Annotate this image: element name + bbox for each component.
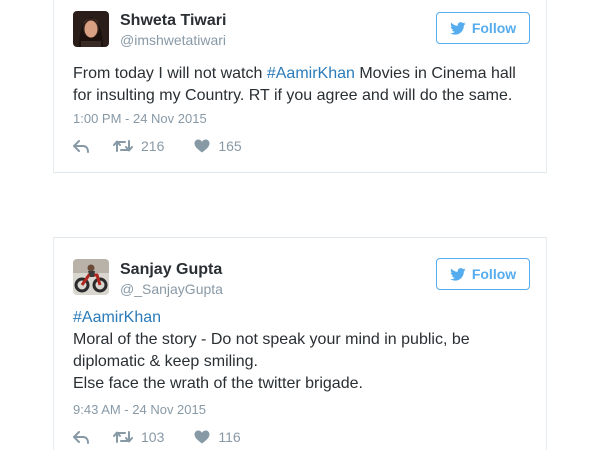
hashtag-link[interactable]: #AamirKhan xyxy=(267,65,355,82)
retweet-button[interactable]: 103 xyxy=(113,429,164,445)
timestamp[interactable]: 9:43 AM - 24 Nov 2015 xyxy=(73,402,206,417)
avatar[interactable] xyxy=(73,259,109,295)
retweet-count: 103 xyxy=(141,429,165,445)
follow-label: Follow xyxy=(471,20,517,36)
display-name[interactable]: Sanjay Gupta xyxy=(120,261,222,279)
tweet-card: Sanjay Gupta @_SanjayGupta Follow #Aamir… xyxy=(53,237,547,450)
bird-icon xyxy=(449,21,466,35)
like-count: 116 xyxy=(218,429,241,445)
follow-label: Follow xyxy=(471,266,517,282)
reply-button[interactable] xyxy=(73,430,93,444)
tweet-text: From today I will not watch #AamirKhan M… xyxy=(73,63,533,107)
retweet-count: 216 xyxy=(141,138,165,154)
tweet-text: #AamirKhan Moral of the story - Do not s… xyxy=(73,307,533,395)
like-count: 165 xyxy=(218,138,242,154)
timestamp[interactable]: 1:00 PM - 24 Nov 2015 xyxy=(73,111,207,126)
user-handle[interactable]: @_SanjayGupta xyxy=(120,281,223,297)
user-handle[interactable]: @imshwetatiwari xyxy=(120,32,226,48)
like-button[interactable]: 165 xyxy=(194,138,242,154)
reply-icon xyxy=(73,139,89,153)
retweet-icon xyxy=(113,431,133,443)
tweet-text-part: Movies in Cinema hall xyxy=(354,65,516,82)
display-name[interactable]: Shweta Tiwari xyxy=(120,12,226,30)
like-button[interactable]: 116 xyxy=(194,429,241,445)
hashtag-link[interactable]: #AamirKhan xyxy=(73,307,533,329)
reply-icon xyxy=(73,430,89,444)
tweet-actions: 216 165 xyxy=(73,138,242,154)
follow-button[interactable]: Follow xyxy=(436,12,530,44)
tweet-text-line: diplomatic & keep smiling. xyxy=(73,353,258,370)
retweet-icon xyxy=(113,140,133,152)
heart-icon xyxy=(194,430,210,444)
reply-button[interactable] xyxy=(73,139,93,153)
retweet-button[interactable]: 216 xyxy=(113,138,164,154)
tweet-text-line: for insulting my Country. RT if you agre… xyxy=(73,87,513,104)
heart-icon xyxy=(194,139,210,153)
follow-button[interactable]: Follow xyxy=(436,258,530,290)
avatar[interactable] xyxy=(73,11,109,47)
tweet-text-line: Else face the wrath of the twitter briga… xyxy=(73,375,363,392)
tweet-text-part: From today I will not watch xyxy=(73,65,267,82)
bird-icon xyxy=(449,267,466,281)
tweet-text-line: Moral of the story - Do not speak your m… xyxy=(73,331,470,348)
tweet-actions: 103 116 xyxy=(73,429,241,445)
tweet-card: Shweta Tiwari @imshwetatiwari Follow Fro… xyxy=(53,0,547,173)
